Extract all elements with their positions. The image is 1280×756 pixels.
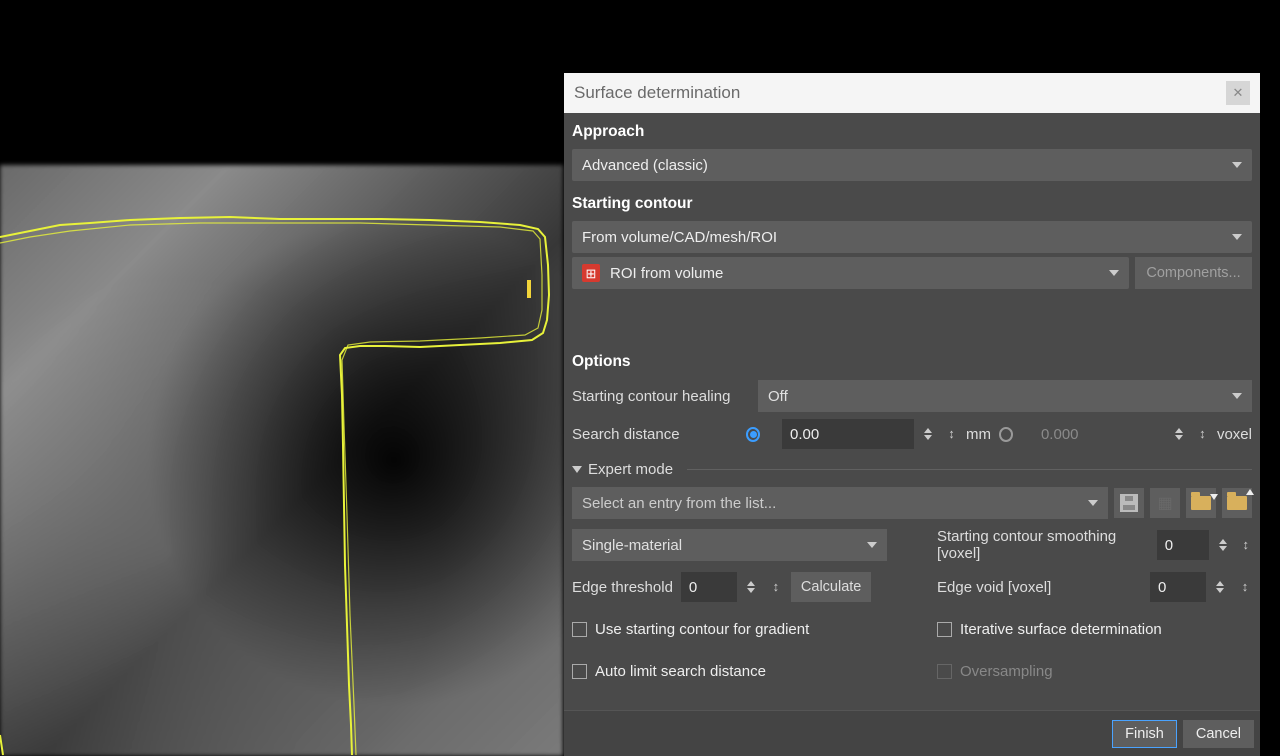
chevron-down-icon bbox=[867, 542, 877, 548]
edge-void-label: Edge void [voxel] bbox=[937, 579, 1051, 596]
search-distance-label: Search distance bbox=[572, 426, 738, 443]
search-distance-mm-input[interactable]: 0.00 bbox=[782, 419, 914, 449]
starting-contour-label: Starting contour bbox=[572, 195, 1252, 213]
unit-mm: mm bbox=[966, 426, 991, 443]
voxel-unit-icon: ↕ bbox=[1196, 430, 1209, 438]
edge-threshold-input[interactable]: 0 bbox=[681, 572, 737, 602]
checkbox-autolimit[interactable] bbox=[572, 664, 587, 679]
edge-void-input[interactable]: 0 bbox=[1150, 572, 1206, 602]
roi-icon bbox=[582, 264, 600, 282]
approach-value: Advanced (classic) bbox=[582, 157, 708, 174]
close-icon: ✕ bbox=[1233, 85, 1244, 101]
save-icon bbox=[1120, 494, 1138, 512]
cancel-button[interactable]: Cancel bbox=[1183, 720, 1254, 748]
spinner[interactable] bbox=[747, 581, 759, 593]
spinner[interactable] bbox=[924, 428, 935, 440]
import-preset-button[interactable] bbox=[1186, 488, 1216, 518]
dialog-title: Surface determination bbox=[574, 83, 740, 103]
chevron-down-icon bbox=[1232, 162, 1242, 168]
radio-voxel[interactable] bbox=[999, 427, 1013, 442]
components-button[interactable]: Components... bbox=[1135, 257, 1252, 289]
finish-button[interactable]: Finish bbox=[1112, 720, 1177, 748]
options-label: Options bbox=[572, 353, 1252, 371]
label-iterative: Iterative surface determination bbox=[960, 621, 1162, 638]
chevron-down-icon bbox=[1109, 270, 1119, 276]
spinner[interactable] bbox=[1219, 539, 1230, 551]
calculate-button[interactable]: Calculate bbox=[791, 572, 871, 602]
folder-open-icon bbox=[1191, 496, 1211, 510]
spinner[interactable] bbox=[1175, 428, 1186, 440]
dialog-titlebar: Surface determination ✕ bbox=[564, 73, 1260, 113]
unit-icon: ↕ bbox=[1238, 583, 1252, 591]
unit-icon: ↕ bbox=[1239, 541, 1252, 549]
radio-mm[interactable] bbox=[746, 427, 760, 442]
starting-contour-value: From volume/CAD/mesh/ROI bbox=[582, 229, 777, 246]
delete-preset-button[interactable]: ▦ bbox=[1150, 488, 1180, 518]
healing-select[interactable]: Off bbox=[758, 380, 1252, 412]
dialog-footer: Finish Cancel bbox=[564, 710, 1260, 756]
starting-contour-select[interactable]: From volume/CAD/mesh/ROI bbox=[572, 221, 1252, 253]
roi-value: ROI from volume bbox=[610, 265, 723, 282]
delete-icon: ▦ bbox=[1157, 493, 1172, 513]
checkbox-iterative[interactable] bbox=[937, 622, 952, 637]
ct-image bbox=[0, 165, 563, 756]
label-oversampling: Oversampling bbox=[960, 663, 1053, 680]
expert-mode-toggle[interactable]: Expert mode bbox=[572, 461, 1252, 478]
edge-threshold-label: Edge threshold bbox=[572, 579, 673, 596]
approach-select[interactable]: Advanced (classic) bbox=[572, 149, 1252, 181]
healing-label: Starting contour healing bbox=[572, 388, 750, 405]
checkbox-gradient[interactable] bbox=[572, 622, 587, 637]
close-button[interactable]: ✕ bbox=[1226, 81, 1250, 105]
export-preset-button[interactable] bbox=[1222, 488, 1252, 518]
mm-unit-icon: ↕ bbox=[945, 430, 958, 438]
label-autolimit: Auto limit search distance bbox=[595, 663, 766, 680]
triangle-down-icon bbox=[572, 466, 582, 473]
unit-icon: ↕ bbox=[769, 583, 783, 591]
roi-select[interactable]: ROI from volume bbox=[572, 257, 1129, 289]
approach-label: Approach bbox=[572, 123, 1252, 141]
material-select[interactable]: Single-material bbox=[572, 529, 887, 561]
chevron-down-icon bbox=[1232, 393, 1242, 399]
smoothing-input[interactable]: 0 bbox=[1157, 530, 1209, 560]
healing-value: Off bbox=[768, 388, 788, 405]
unit-voxel: voxel bbox=[1217, 426, 1252, 443]
checkbox-oversampling bbox=[937, 664, 952, 679]
save-preset-button[interactable] bbox=[1114, 488, 1144, 518]
preset-list-select[interactable]: Select an entry from the list... bbox=[572, 487, 1108, 519]
chevron-down-icon bbox=[1088, 500, 1098, 506]
spinner[interactable] bbox=[1216, 581, 1228, 593]
chevron-down-icon bbox=[1232, 234, 1242, 240]
smoothing-label: Starting contour smoothing [voxel] bbox=[937, 528, 1141, 562]
surface-determination-dialog: Surface determination ✕ Approach Advance… bbox=[564, 73, 1260, 756]
label-gradient: Use starting contour for gradient bbox=[595, 621, 809, 638]
folder-export-icon bbox=[1227, 496, 1247, 510]
search-distance-voxel-input[interactable]: 0.000 bbox=[1033, 419, 1165, 449]
